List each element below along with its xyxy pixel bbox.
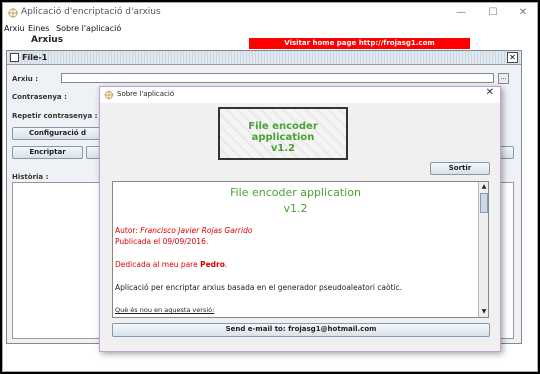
main-window: Aplicació d'encriptació d'arxius — ☐ ✕ A… xyxy=(2,2,538,372)
app-logo: File encoder application v1.2 xyxy=(218,107,348,160)
menu-sobre[interactable]: Sobre l'aplicació xyxy=(56,24,121,33)
app-icon xyxy=(104,90,114,100)
scroll-thumb[interactable] xyxy=(480,193,488,213)
encrypt-button[interactable]: Encriptar xyxy=(12,146,83,159)
logo-title: File encoder application xyxy=(248,121,318,143)
text-scrollbar[interactable]: ▲ ▼ xyxy=(478,182,488,317)
maximize-button[interactable]: ☐ xyxy=(479,5,507,21)
browse-button[interactable]: ... xyxy=(498,73,509,84)
repeat-password-label: Repetir contrasenya : xyxy=(12,112,98,120)
dedication-line: Dedicada al meu pare Pedro. xyxy=(115,260,227,269)
dedication-prefix: Dedicada al meu pare xyxy=(115,260,201,269)
title-bar: Aplicació d'encriptació d'arxius — ☐ ✕ xyxy=(3,3,537,23)
dialog-close-icon[interactable]: ✕ xyxy=(486,87,494,98)
scroll-down-icon[interactable]: ▼ xyxy=(480,308,488,316)
window-title: Aplicació d'encriptació d'arxius xyxy=(21,7,161,17)
menu-arxiu[interactable]: Arxiu xyxy=(4,24,25,33)
logo-version: v1.2 xyxy=(270,143,296,154)
menu-eines[interactable]: Eines xyxy=(28,24,49,33)
author-line: Autor: Francisco Javier Rojas Garrido xyxy=(115,226,252,235)
whats-new-line: Què és nou en aquesta versió: xyxy=(115,306,215,314)
arxiu-label: Arxiu : xyxy=(12,75,39,83)
app-icon xyxy=(8,8,18,18)
published-line: Publicada el 09/09/2016. xyxy=(115,237,209,246)
description-line: Aplicació per encriptar arxius basada en… xyxy=(115,283,403,292)
internal-frame-close-icon[interactable]: ✕ xyxy=(507,52,518,63)
send-email-button[interactable]: Send e-mail to: frojasg1@hotmail.com xyxy=(112,323,490,337)
file-path-input[interactable] xyxy=(61,73,494,83)
home-page-link[interactable]: Visitar home page http://frojasg1.com xyxy=(249,38,470,49)
about-text-area[interactable]: File encoder application v1.2 Autor: Fra… xyxy=(112,181,489,318)
minimize-button[interactable]: — xyxy=(447,5,475,21)
about-dialog: Sobre l'aplicació ✕ File encoder applica… xyxy=(99,86,501,352)
close-button[interactable]: ✕ xyxy=(509,5,537,21)
history-label: Història : xyxy=(12,173,49,181)
password-label: Contrasenya : xyxy=(12,93,67,101)
scroll-up-icon[interactable]: ▲ xyxy=(480,183,488,191)
internal-frame-title-bar: File-1 ✕ xyxy=(7,51,521,65)
exit-button[interactable]: Sortir xyxy=(430,162,490,175)
content-version: v1.2 xyxy=(283,202,308,215)
dedication-suffix: . xyxy=(224,260,228,269)
frame-menu-icon[interactable] xyxy=(10,53,19,62)
app-title: Arxius xyxy=(31,35,64,45)
dedication-name: Pedro xyxy=(200,260,225,269)
dialog-title-bar: Sobre l'aplicació ✕ xyxy=(100,87,500,103)
internal-frame-title: File-1 xyxy=(22,53,48,62)
author-name: Francisco Javier Rojas Garrido xyxy=(140,226,253,235)
content-heading: File encoder application xyxy=(230,186,361,199)
dialog-title: Sobre l'aplicació xyxy=(117,90,175,98)
author-prefix: Autor: xyxy=(115,226,141,235)
config-button[interactable]: Configuració d xyxy=(12,127,103,140)
menu-bar: Arxiu Eines Sobre l'aplicació xyxy=(3,23,537,35)
